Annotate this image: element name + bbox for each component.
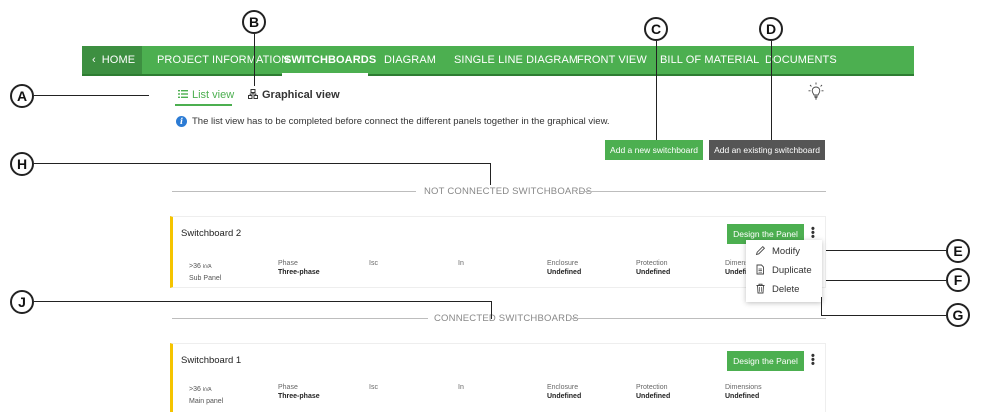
menu-duplicate-label: Duplicate — [772, 265, 812, 276]
leader-line-b — [254, 34, 255, 86]
kebab-icon[interactable]: • • • — [811, 351, 817, 370]
callout-h: H — [10, 152, 34, 176]
nav-diagram[interactable]: DIAGRAM — [384, 46, 436, 74]
list-icon — [178, 90, 188, 98]
leader-line-j — [34, 301, 492, 302]
leader-line-g — [821, 315, 946, 316]
col-dimensions-label: Dimensions — [725, 384, 762, 391]
callout-j: J — [10, 290, 34, 314]
menu-modify-label: Modify — [772, 246, 800, 257]
trash-icon — [756, 283, 765, 294]
callout-b: B — [242, 10, 266, 34]
callout-f: F — [946, 268, 970, 292]
nav-active-indicator — [282, 73, 368, 76]
divider-line-right — [570, 318, 826, 319]
switchboard-rating: >36 kVA — [189, 263, 212, 270]
dimensions-value: Undefined — [725, 393, 760, 400]
nav-single-line-diagram[interactable]: SINGLE LINE DIAGRAM — [454, 46, 578, 74]
protection-value: Undefined — [636, 393, 671, 400]
leader-line-f — [826, 280, 946, 281]
context-menu: Modify Duplicate Delete — [746, 240, 822, 302]
not-connected-heading: NOT CONNECTED SWITCHBOARDS — [424, 186, 593, 197]
nav-switchboards[interactable]: SWITCHBOARDS — [284, 46, 376, 74]
graph-icon — [248, 89, 258, 99]
divider-line-left — [172, 318, 428, 319]
tab-list-view[interactable]: List view — [192, 89, 234, 101]
menu-delete-label: Delete — [772, 284, 800, 295]
col-isc-label: Isc — [369, 260, 378, 267]
kebab-icon[interactable]: • • • — [811, 224, 817, 243]
tab-graphical-view[interactable]: Graphical view — [262, 89, 340, 101]
col-protection-label: Protection — [636, 384, 668, 391]
phase-value: Three-phase — [278, 269, 320, 276]
leader-line-h — [490, 163, 491, 185]
nav-home-label: HOME — [101, 54, 136, 66]
leader-line-e — [826, 250, 946, 251]
phase-value: Three-phase — [278, 393, 320, 400]
info-icon: i — [176, 116, 187, 127]
col-in-label: In — [458, 260, 464, 267]
enclosure-value: Undefined — [547, 393, 582, 400]
pencil-icon — [755, 245, 766, 256]
rating-unit: kVA — [202, 387, 212, 393]
callout-d: D — [759, 17, 783, 41]
rating-value: >36 — [189, 386, 201, 393]
duplicate-icon — [756, 264, 764, 275]
callout-a: A — [10, 84, 34, 108]
switchboard-name: Switchboard 2 — [181, 228, 242, 239]
menu-delete[interactable]: Delete — [746, 281, 822, 299]
rating-value: >36 — [189, 263, 201, 270]
col-enclosure-label: Enclosure — [547, 384, 579, 391]
nav-bill-of-material[interactable]: BILL OF MATERIAL — [660, 46, 759, 74]
callout-g: G — [946, 303, 970, 327]
add-new-switchboard-button[interactable]: Add a new switchboard — [605, 140, 703, 160]
col-enclosure-label: Enclosure — [547, 260, 579, 267]
leader-line-c — [656, 41, 657, 140]
switchboard-card: Switchboard 1 >36 kVA Main panel Phase T… — [170, 343, 826, 412]
switchboard-type: Main panel — [189, 398, 224, 405]
col-phase-label: Phase — [278, 260, 298, 267]
enclosure-value: Undefined — [547, 269, 582, 276]
leader-line-d — [771, 41, 772, 140]
leader-line-h — [34, 163, 491, 164]
switchboard-card: Switchboard 2 >36 kVA Sub Panel Phase Th… — [170, 216, 826, 288]
lightbulb-icon[interactable] — [808, 82, 824, 102]
rating-unit: kVA — [202, 264, 212, 270]
switchboard-type: Sub Panel — [189, 275, 222, 282]
dimensions-value: Undefi — [725, 269, 747, 276]
col-phase-label: Phase — [278, 384, 298, 391]
top-nav: ‹ HOME PROJECT INFORMATION SWITCHBOARDS D… — [82, 46, 914, 76]
menu-modify[interactable]: Modify — [746, 243, 822, 261]
nav-project-information[interactable]: PROJECT INFORMATION — [157, 46, 289, 74]
menu-duplicate[interactable]: Duplicate — [746, 262, 822, 280]
chevron-left-icon: ‹ — [92, 54, 96, 66]
switchboard-name: Switchboard 1 — [181, 355, 242, 366]
callout-c: C — [644, 17, 668, 41]
add-existing-switchboard-button[interactable]: Add an existing switchboard — [709, 140, 825, 160]
connected-heading: CONNECTED SWITCHBOARDS — [434, 313, 579, 324]
leader-line-g — [821, 297, 822, 315]
protection-value: Undefined — [636, 269, 671, 276]
divider-line-left — [172, 191, 416, 192]
divider-line-right — [580, 191, 826, 192]
callout-e: E — [946, 239, 970, 263]
nav-documents[interactable]: DOCUMENTS — [765, 46, 837, 74]
design-panel-button[interactable]: Design the Panel — [727, 351, 804, 371]
col-in-label: In — [458, 384, 464, 391]
leader-line-j — [491, 301, 492, 319]
col-protection-label: Protection — [636, 260, 668, 267]
nav-home[interactable]: ‹ HOME — [82, 46, 142, 74]
switchboard-rating: >36 kVA — [189, 386, 212, 393]
tab-active-underline — [175, 104, 232, 106]
nav-front-view[interactable]: FRONT VIEW — [577, 46, 647, 74]
leader-line-a — [34, 95, 149, 96]
info-message: The list view has to be completed before… — [192, 116, 610, 127]
col-isc-label: Isc — [369, 384, 378, 391]
